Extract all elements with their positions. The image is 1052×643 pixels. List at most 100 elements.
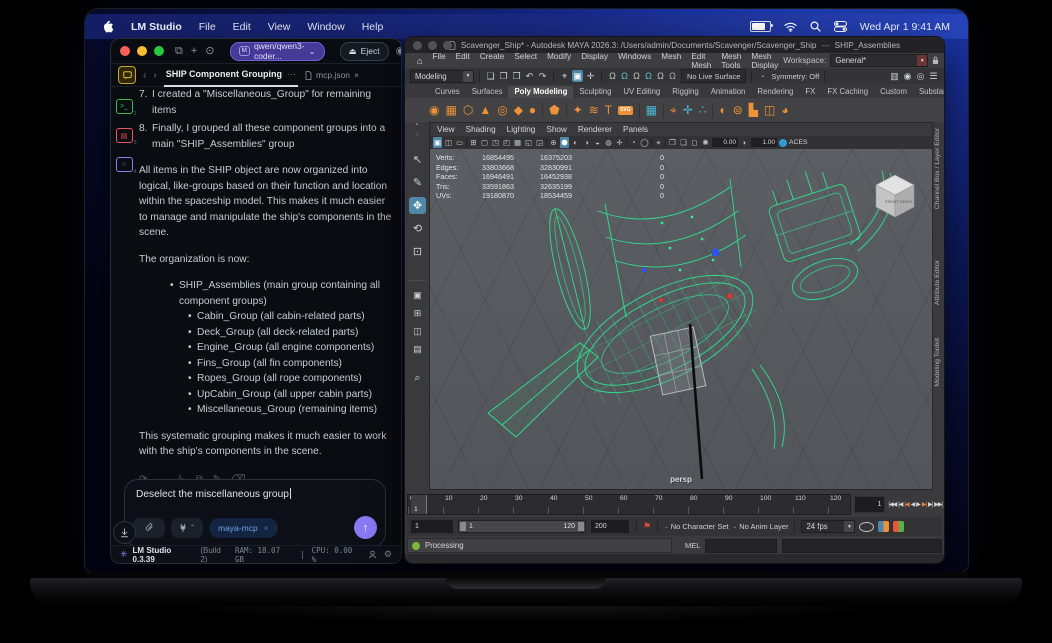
zoom-window-button[interactable] <box>154 46 164 56</box>
safe-action-icon[interactable]: ◱ <box>524 137 533 148</box>
maya-menu-item[interactable]: Edit Mesh <box>686 52 716 70</box>
home-icon[interactable]: ⌂ <box>412 56 427 66</box>
isolate-select-icon[interactable]: ◯ <box>640 137 649 148</box>
redo-icon[interactable]: ↷ <box>537 70 548 82</box>
maya-menu-item[interactable]: Modify <box>542 52 576 70</box>
snap-align-icon[interactable]: ✛ <box>683 104 693 116</box>
wifi-icon[interactable] <box>784 22 797 32</box>
model-selector[interactable]: M qwen/qwen3-coder... ⌄ <box>229 41 325 61</box>
go-to-start-button[interactable]: |◀◀ <box>888 501 897 508</box>
menu-file[interactable]: File <box>199 21 216 33</box>
show-manipulator-icon[interactable]: ⌖ <box>670 104 677 116</box>
image-plane-icon[interactable]: ▭ <box>455 137 464 148</box>
shelf-divider[interactable] <box>638 102 640 118</box>
maya-menu-item[interactable]: Mesh <box>656 52 686 70</box>
shelf-tab[interactable]: Surfaces <box>466 86 509 98</box>
settings-gear-icon[interactable]: ⚙ <box>384 549 392 560</box>
single-pane-layout-icon[interactable]: ▣ <box>409 289 426 302</box>
shelf-tab[interactable]: Animation <box>705 86 752 98</box>
shelf-divider[interactable] <box>712 102 714 118</box>
view-cube[interactable]: FRONT RIGHT <box>874 173 916 219</box>
tab-channel-box-layer-editor[interactable]: Channel Box / Layer Editor <box>934 128 941 209</box>
gate-mask-icon[interactable]: ◰ <box>502 137 511 148</box>
tab-modeling-toolkit[interactable]: Modeling Toolkit <box>934 338 941 387</box>
auto-keyframe-icon[interactable] <box>893 521 905 532</box>
tab-mcp-json[interactable]: mcp.json × <box>305 70 359 80</box>
lasso-tool-icon[interactable]: ✎ <box>409 174 426 191</box>
my-models-icon[interactable]: ▤ 3 <box>115 128 137 146</box>
textured-mode-icon[interactable]: ◐ <box>571 137 580 148</box>
live-surface-field[interactable]: No Live Surface <box>681 69 747 83</box>
snap-to-point-icon[interactable]: Ω <box>631 70 642 82</box>
panel-menu-item[interactable]: Show <box>546 125 566 134</box>
spotlight-search-icon[interactable] <box>810 21 821 32</box>
snap-to-view-plane-icon[interactable]: Ω <box>655 70 666 82</box>
film-gate-icon[interactable]: ▢ <box>480 137 489 148</box>
workspace-dropdown[interactable]: General* ▾ <box>830 54 929 67</box>
poly-torus-icon[interactable]: ◎ <box>497 104 507 116</box>
shadows-icon[interactable]: ◒ <box>593 137 602 148</box>
select-tool-icon[interactable]: ↖ <box>409 151 426 168</box>
animation-start-field[interactable]: 1 <box>410 519 454 534</box>
character-toggle-icon[interactable] <box>878 521 890 532</box>
poly-plane-icon[interactable]: ◆ <box>514 104 523 116</box>
maya-menu-item[interactable]: Mesh Tools <box>716 52 746 70</box>
mirror-icon[interactable]: ⊜ <box>733 104 743 116</box>
maya-menu-item[interactable]: Windows <box>613 52 656 70</box>
maya-menu-item[interactable]: Display <box>576 52 613 70</box>
mcp-tools-button[interactable]: ⌃ <box>171 517 203 538</box>
menu-set-dropdown[interactable]: Modeling ▾ <box>410 69 474 83</box>
select-component-icon[interactable]: ✛ <box>585 70 596 82</box>
close-window-button[interactable] <box>413 40 422 50</box>
frame-ruler[interactable]: 0102030405060708090100110120 1 <box>407 494 852 515</box>
snapshot-icon[interactable]: ◻ <box>690 137 699 148</box>
step-forward-key-button[interactable]: ▶| <box>922 501 927 508</box>
vp-divider[interactable] <box>665 138 666 147</box>
character-set-dropdown[interactable]: ⌄ No Character Set <box>664 522 729 531</box>
control-center-icon[interactable] <box>833 21 847 32</box>
select-hierarchy-icon[interactable]: ⌖ <box>559 70 570 82</box>
select-camera-icon[interactable]: ▣ <box>433 137 442 148</box>
super-shape-icon[interactable]: ✦ <box>573 104 583 116</box>
go-to-end-button[interactable]: ▶▶| <box>934 501 943 508</box>
two-pane-layout-icon[interactable]: ◫ <box>409 325 426 338</box>
maya-menu-item[interactable]: Select <box>509 52 542 70</box>
shelf-divider[interactable] <box>542 102 544 118</box>
lock-icon[interactable] <box>932 56 939 65</box>
menu-bar-clock[interactable]: Wed Apr 1 9:41 AM <box>860 21 950 33</box>
menu-window[interactable]: Window <box>307 21 344 33</box>
boolean-icon[interactable]: ◐ <box>719 104 726 116</box>
rotate-tool-icon[interactable]: ⟲ <box>409 220 426 237</box>
poly-cylinder-icon[interactable]: ⬡ <box>463 104 473 116</box>
shelf-tab[interactable]: Sculpting <box>573 86 617 98</box>
current-frame-marker[interactable]: 1 <box>411 495 427 514</box>
shelf-tab[interactable]: Rendering <box>751 86 799 98</box>
play-backwards-button[interactable]: ◀ <box>911 501 916 508</box>
sidebar-toggle-icon[interactable]: ⧉ <box>175 45 183 57</box>
maya-menu-item[interactable]: Create <box>475 52 510 70</box>
remove-chip-icon[interactable]: × <box>264 523 269 533</box>
attach-file-button[interactable] <box>133 517 165 538</box>
close-window-button[interactable] <box>120 46 130 56</box>
poly-cube-icon[interactable]: ▦ <box>445 104 456 116</box>
tab-options-icon[interactable]: ··· <box>287 69 296 79</box>
maya-menu-item[interactable]: File <box>427 52 450 70</box>
render-current-frame-icon[interactable]: ◉ <box>902 70 913 82</box>
open-scene-icon[interactable]: ❐ <box>498 70 509 82</box>
colorspace-indicator[interactable]: ACES <box>779 138 808 147</box>
menu-bar-app-name[interactable]: LM Studio <box>131 21 182 33</box>
undo-icon[interactable]: ↶ <box>524 70 535 82</box>
smooth-icon[interactable]: ◕ <box>781 104 788 116</box>
grid-toggle-icon[interactable]: ⊞ <box>469 137 478 148</box>
snap-to-projected-center-icon[interactable]: Ω <box>643 70 654 82</box>
shelf-tab[interactable]: FX <box>799 86 821 98</box>
step-back-key-button[interactable]: |◀ <box>904 501 909 508</box>
playback-speed-icon[interactable] <box>859 521 875 532</box>
wireframe-icon[interactable]: ⊕ <box>549 137 558 148</box>
mel-input-field[interactable] <box>705 538 778 553</box>
shelf-tab[interactable]: UV Editing <box>617 86 666 98</box>
svg-tool-icon[interactable]: SVG <box>618 105 633 115</box>
separate-icon[interactable]: ◫ <box>764 104 775 116</box>
anim-layer-dropdown[interactable]: ⌄ No Anim Layer <box>733 522 789 531</box>
gamma-icon[interactable]: ◗ <box>740 137 749 148</box>
